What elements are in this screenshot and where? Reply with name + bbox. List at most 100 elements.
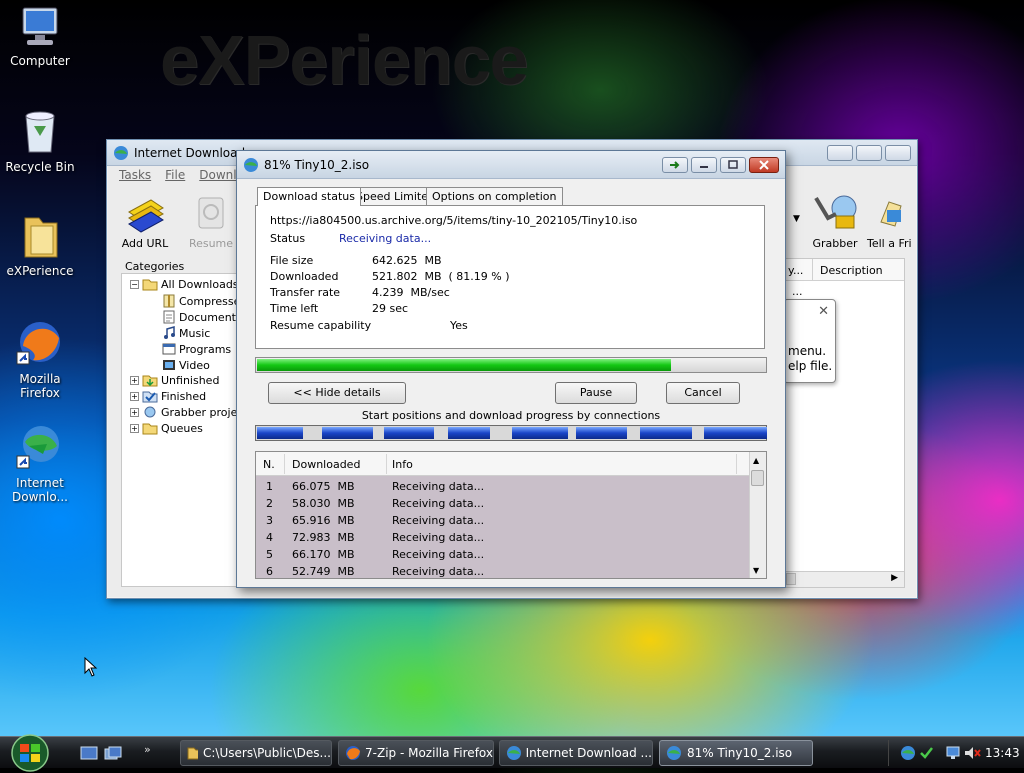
tree-all-downloads[interactable]: − All Downloads — [130, 278, 239, 291]
tab-download-status[interactable]: Download status — [257, 187, 361, 206]
start-button[interactable] — [8, 733, 52, 773]
connections-progress-bar — [255, 425, 767, 441]
clock[interactable]: 13:43 — [985, 746, 1020, 760]
desktop-icon-label: Recycle Bin — [5, 160, 75, 174]
minimize-button[interactable] — [827, 144, 853, 161]
tree-programs[interactable]: Programs — [162, 342, 231, 356]
grabber-project-icon — [144, 406, 156, 418]
taskbar-item-download-dialog[interactable]: 81% Tiny10_2.iso — [659, 740, 813, 766]
firefox-icon — [346, 746, 360, 760]
desktop-icon-idm[interactable]: Internet Downlo... — [0, 422, 80, 504]
tab-options-on-completion[interactable]: Options on completion — [426, 187, 563, 205]
connection-segment — [257, 427, 303, 439]
tooltip-close-icon[interactable]: ✕ — [818, 304, 829, 319]
scroll-down-icon[interactable]: ▼ — [753, 566, 759, 575]
row-info: Receiving data... — [392, 565, 485, 578]
download-progress-dialog: 81% Tiny10_2.iso Download status Speed L… — [236, 150, 786, 588]
pause-button[interactable]: Pause — [555, 382, 637, 404]
tree-compressed[interactable]: Compresse — [162, 294, 240, 308]
taskbar-item-firefox[interactable]: 7-Zip - Mozilla Firefox — [338, 740, 494, 766]
horizontal-scrollbar[interactable]: ▶ — [786, 571, 904, 587]
minimize-button[interactable] — [691, 156, 717, 173]
tree-unfinished[interactable]: + Unfinished — [130, 374, 219, 387]
table-row[interactable]: 6 52.749 MB Receiving data... — [256, 563, 766, 578]
program-icon — [162, 343, 176, 355]
help-tooltip: ✕ menu. elp file. — [783, 299, 836, 383]
cancel-button[interactable]: Cancel — [666, 382, 740, 404]
switch-windows-icon[interactable] — [104, 746, 122, 760]
scroll-thumb[interactable] — [786, 573, 796, 585]
scroll-up-icon[interactable]: ▲ — [753, 456, 759, 465]
computer-icon — [22, 7, 58, 45]
tree-queues[interactable]: + Queues — [130, 422, 203, 435]
taskbar-item-label: 81% Tiny10_2.iso — [687, 746, 793, 760]
row-number: 1 — [266, 480, 273, 493]
table-row[interactable]: 4 72.983 MB Receiving data... — [256, 529, 766, 546]
grabber-label: Grabber — [812, 237, 858, 250]
hide-details-button[interactable]: << Hide details — [268, 382, 406, 404]
maximize-button[interactable] — [720, 156, 746, 173]
desktop-icon-firefox[interactable]: Mozilla Firefox — [0, 318, 80, 400]
tell-friend-button[interactable]: Tell a Fri — [867, 192, 927, 250]
column-header-downloaded[interactable]: Downloaded — [292, 458, 360, 471]
idm-tray-icon[interactable] — [899, 744, 917, 762]
table-row[interactable]: 1 66.075 MB Receiving data... — [256, 478, 766, 495]
grabber-button[interactable]: Grabber — [805, 192, 865, 250]
column-header-partial[interactable]: y... — [788, 264, 803, 277]
resume-button[interactable]: Resume — [181, 192, 241, 250]
connection-segment — [512, 427, 568, 439]
taskbar-item-idm[interactable]: Internet Download ... — [499, 740, 653, 766]
row-number: 3 — [266, 514, 273, 527]
expand-icon[interactable]: + — [130, 408, 139, 417]
maximize-button[interactable] — [856, 144, 882, 161]
tooltip-text-line2: elp file. — [788, 359, 833, 373]
tree-label: Grabber projec — [161, 406, 244, 419]
show-desktop-icon[interactable] — [80, 746, 98, 760]
network-icon[interactable] — [945, 745, 961, 761]
row-info: Receiving data... — [392, 497, 485, 510]
close-button[interactable] — [749, 156, 779, 173]
close-button[interactable] — [885, 144, 911, 161]
speaker-muted-icon[interactable] — [963, 745, 981, 761]
toolbar-dropdown-arrow-icon[interactable]: ▼ — [793, 214, 800, 224]
folder-icon — [187, 747, 198, 760]
scroll-right-icon[interactable]: ▶ — [891, 573, 898, 583]
row-downloaded: 58.030 MB — [292, 497, 355, 510]
table-row[interactable]: 3 65.916 MB Receiving data... — [256, 512, 766, 529]
quicklaunch-overflow-icon[interactable]: » — [144, 743, 151, 756]
unfinished-folder-icon — [142, 375, 158, 387]
table-row[interactable]: 5 66.170 MB Receiving data... — [256, 546, 766, 563]
tree-music[interactable]: Music — [162, 326, 210, 340]
expand-icon[interactable]: + — [130, 376, 139, 385]
vertical-scrollbar[interactable]: ▲ ▼ — [749, 452, 766, 578]
desktop-icon-computer[interactable]: Computer — [0, 6, 80, 68]
column-header-description[interactable]: Description — [820, 264, 883, 277]
menu-file[interactable]: File — [165, 168, 185, 182]
column-header-n[interactable]: N. — [263, 458, 275, 471]
tree-grabber-projects[interactable]: + Grabber projec — [130, 406, 243, 419]
expand-icon[interactable]: + — [130, 392, 139, 401]
tree-finished[interactable]: + Finished — [130, 390, 206, 403]
add-url-button[interactable]: Add URL — [115, 192, 175, 250]
collapse-icon[interactable]: − — [130, 280, 139, 289]
recycle-bin-icon — [25, 111, 55, 153]
taskbar-item-explorer[interactable]: C:\Users\Public\Des... — [180, 740, 332, 766]
system-tray: 13:43 — [888, 740, 1024, 766]
desktop-icon-recycle-bin[interactable]: Recycle Bin — [0, 108, 80, 174]
scroll-thumb[interactable] — [751, 470, 764, 486]
table-row[interactable]: 2 58.030 MB Receiving data... — [256, 495, 766, 512]
expand-icon[interactable]: + — [130, 424, 139, 433]
desktop-icon-experience[interactable]: eXPerience — [0, 212, 80, 278]
menu-tasks[interactable]: Tasks — [119, 168, 151, 182]
categories-label: Categories — [125, 260, 185, 273]
connections-caption: Start positions and download progress by… — [361, 409, 661, 422]
connection-segment — [704, 427, 767, 439]
tree-label: Queues — [161, 422, 203, 435]
checkmark-tray-icon[interactable] — [919, 746, 933, 760]
tree-documents[interactable]: Documents — [162, 310, 242, 324]
dialog-titlebar[interactable]: 81% Tiny10_2.iso — [237, 151, 785, 179]
minimize-to-tray-button[interactable] — [662, 156, 688, 173]
column-header-info[interactable]: Info — [392, 458, 413, 471]
tree-video[interactable]: Video — [162, 358, 210, 372]
connections-table[interactable]: N. Downloaded Info 1 66.075 MB Receiving d… — [255, 451, 767, 579]
